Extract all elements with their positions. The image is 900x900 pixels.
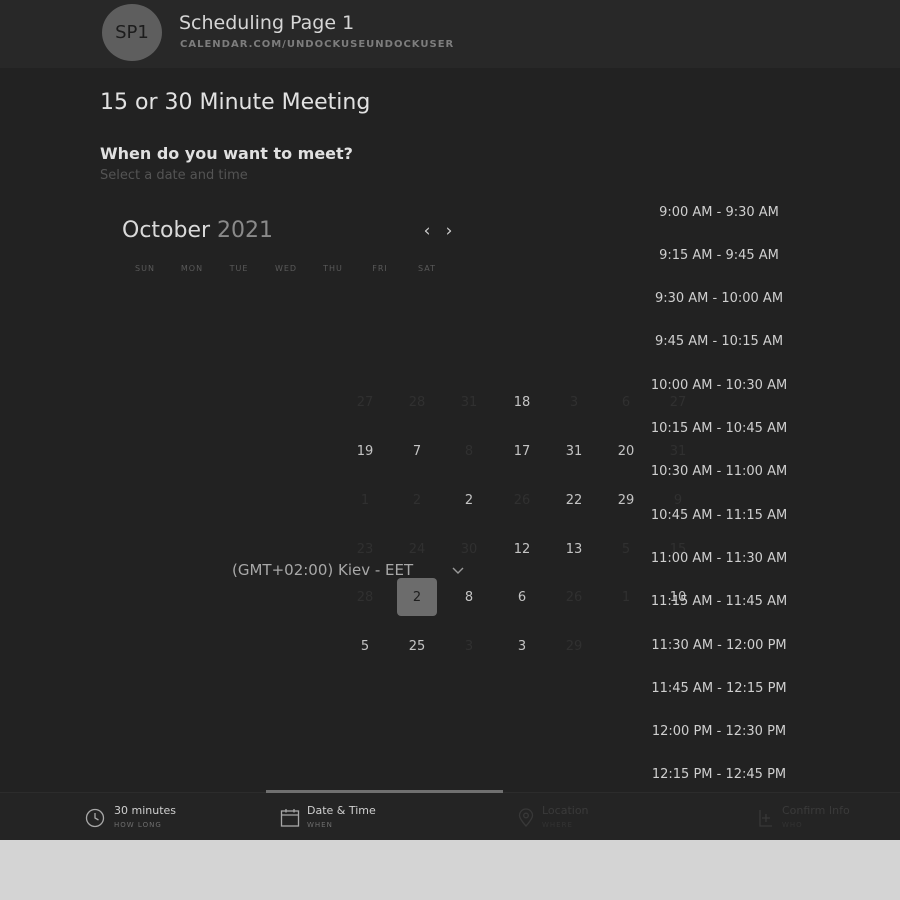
- time-slot[interactable]: 12:00 PM - 12:30 PM: [640, 717, 798, 747]
- time-slot[interactable]: 10:45 AM - 11:15 AM: [640, 500, 798, 530]
- tab-sublabel: HOW LONG: [114, 821, 162, 829]
- calendar-day: 3: [464, 638, 474, 654]
- tab-sublabel: WHO: [782, 821, 803, 829]
- scheduling-page-url[interactable]: CALENDAR.COM/UNDOCKUSEUNDOCKUSER: [180, 39, 454, 50]
- weekday-label: THU: [323, 264, 343, 273]
- tab-label: 30 minutes: [114, 804, 177, 817]
- scheduling-page-name: Scheduling Page 1: [179, 12, 355, 34]
- calendar-day[interactable]: 18: [502, 383, 542, 421]
- calendar-icon: [280, 809, 300, 827]
- calendar-day: 26: [513, 492, 531, 508]
- calendar-day[interactable]: 25: [397, 627, 437, 665]
- calendar-day[interactable]: 31: [554, 432, 594, 470]
- selected-day[interactable]: 2: [397, 578, 437, 616]
- active-tab-indicator: [266, 790, 503, 793]
- next-month-button[interactable]: ›: [441, 222, 457, 240]
- clock-icon: [85, 808, 105, 828]
- weekday-label: FRI: [372, 264, 388, 273]
- calendar-day[interactable]: 22: [554, 481, 594, 519]
- calendar-day[interactable]: 12: [502, 530, 542, 568]
- month-year-label: October 2021: [122, 218, 273, 243]
- question-subtext: Select a date and time: [100, 168, 248, 183]
- event-title: 15 or 30 Minute Meeting: [100, 90, 371, 115]
- question-heading: When do you want to meet?: [100, 144, 353, 163]
- avatar: SP1: [102, 4, 162, 61]
- scheduling-app: SP1 Scheduling Page 1 CALENDAR.COM/UNDOC…: [0, 0, 900, 840]
- calendar-day[interactable]: 6: [502, 578, 542, 616]
- calendar-day: 8: [464, 443, 474, 459]
- weekday-label: MON: [180, 264, 204, 273]
- calendar-day[interactable]: 13: [554, 530, 594, 568]
- year-label: 2021: [217, 218, 274, 243]
- calendar-day[interactable]: 19: [345, 432, 385, 470]
- calendar-day[interactable]: 5: [345, 627, 385, 665]
- time-slot[interactable]: 11:45 AM - 12:15 PM: [640, 673, 798, 703]
- month-label: October: [122, 218, 211, 243]
- tab-label: Date & Time: [307, 804, 376, 817]
- calendar-day: 28: [408, 394, 426, 410]
- prev-month-button[interactable]: ‹: [419, 222, 435, 240]
- confirm-icon: [759, 810, 772, 827]
- time-slot[interactable]: 10:15 AM - 10:45 AM: [640, 414, 798, 444]
- calendar-day: 28: [356, 589, 374, 605]
- calendar-day: 3: [569, 394, 579, 410]
- time-slot[interactable]: 9:45 AM - 10:15 AM: [640, 327, 798, 357]
- time-slot[interactable]: 9:30 AM - 10:00 AM: [640, 284, 798, 314]
- calendar-day[interactable]: 2: [449, 481, 489, 519]
- time-slot[interactable]: 10:30 AM - 11:00 AM: [640, 457, 798, 487]
- calendar-day: 2: [412, 492, 422, 508]
- time-slot[interactable]: 10:00 AM - 10:30 AM: [640, 370, 798, 400]
- calendar-day: 27: [356, 394, 374, 410]
- time-slot[interactable]: 9:15 AM - 9:45 AM: [640, 240, 798, 270]
- time-slot[interactable]: 12:15 PM - 12:45 PM: [640, 760, 798, 790]
- weekday-label: SAT: [418, 264, 436, 273]
- weekday-label: SUN: [135, 264, 155, 273]
- location-pin-icon: [518, 808, 534, 827]
- calendar-day: 1: [360, 492, 370, 508]
- chevron-down-icon[interactable]: [451, 563, 465, 577]
- tab-label: Confirm Info: [782, 804, 850, 817]
- calendar-day: 26: [565, 589, 583, 605]
- timezone-selector[interactable]: (GMT+02:00) Kiev - EET: [232, 561, 413, 579]
- page-header: SP1 Scheduling Page 1 CALENDAR.COM/UNDOC…: [0, 0, 900, 68]
- calendar-day[interactable]: 3: [502, 627, 542, 665]
- calendar-day[interactable]: 17: [502, 432, 542, 470]
- tab-label: Location: [542, 804, 589, 817]
- time-slot[interactable]: 11:15 AM - 11:45 AM: [640, 587, 798, 617]
- tab-sublabel: WHERE: [542, 821, 573, 829]
- weekday-label: TUE: [229, 264, 249, 273]
- calendar-day: 29: [565, 638, 583, 654]
- calendar-day[interactable]: 7: [397, 432, 437, 470]
- weekday-label: WED: [274, 264, 298, 273]
- calendar-day[interactable]: 8: [449, 578, 489, 616]
- time-slot[interactable]: 11:30 AM - 12:00 PM: [640, 630, 798, 660]
- time-slot[interactable]: 9:00 AM - 9:30 AM: [640, 197, 798, 227]
- tab-sublabel: WHEN: [307, 821, 333, 829]
- time-slot[interactable]: 11:00 AM - 11:30 AM: [640, 543, 798, 573]
- calendar-day: 31: [460, 394, 478, 410]
